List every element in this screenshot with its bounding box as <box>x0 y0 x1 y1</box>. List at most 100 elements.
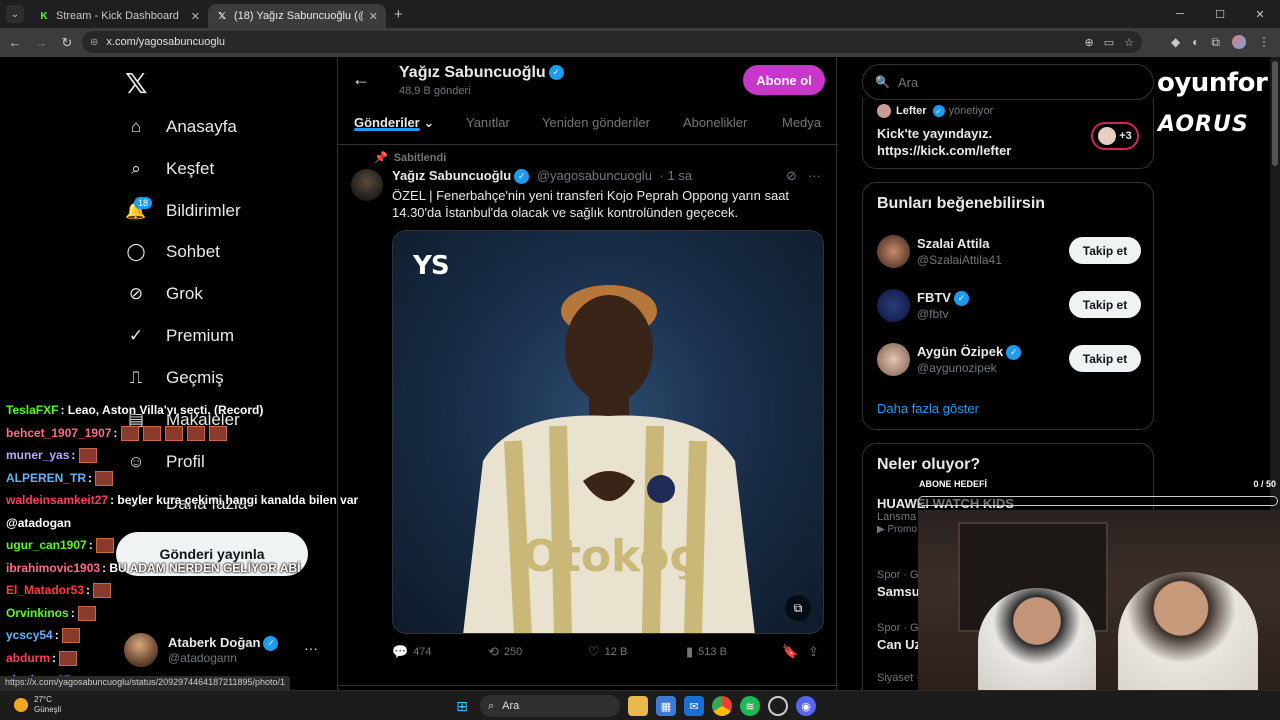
follow-suggestion[interactable]: Szalai Attila @SzalaiAttila41 Takip et <box>863 227 1153 279</box>
avatar[interactable] <box>877 343 910 376</box>
account-switcher[interactable]: Ataberk Doğan ✓ @atadogann ··· <box>124 630 324 670</box>
nav-item-person[interactable]: ☺ Profil <box>120 442 204 482</box>
address-bar[interactable]: ⊜ x.com/yagosabuncuoglu ⊕ ▭ ☆ <box>82 31 1142 53</box>
taskbar-search[interactable]: ⌕ Ara <box>480 695 620 717</box>
chat-message: ugur_can1907: <box>6 538 118 554</box>
goal-value: 0 / 50 <box>1253 479 1276 489</box>
nav-item-bell[interactable]: 🔔 18 Bildirimler <box>120 191 241 231</box>
close-icon[interactable]: ✕ <box>369 10 378 23</box>
next-tweet[interactable] <box>338 685 838 686</box>
tab-media[interactable]: Medya <box>782 109 821 130</box>
discord-icon[interactable]: ◉ <box>796 696 816 716</box>
store-icon[interactable]: ▦ <box>656 696 676 716</box>
back-icon[interactable]: ← <box>4 32 26 54</box>
reply-icon: 💬 <box>392 644 409 659</box>
extension-icon[interactable]: ◐ <box>1192 35 1199 49</box>
follow-suggestion[interactable]: Aygün Özipek ✓ @aygunozipek Takip et <box>863 335 1153 387</box>
bookmark-button[interactable]: 🔖 <box>782 644 803 660</box>
tab-search-button[interactable]: ⌄ <box>6 5 24 23</box>
user-name[interactable]: Szalai Attila <box>917 236 989 251</box>
show-more-link[interactable]: Daha fazla göster <box>877 401 979 416</box>
minimize-icon[interactable]: ─ <box>1160 0 1200 28</box>
new-tab-button[interactable]: + <box>394 6 403 23</box>
user-name[interactable]: Aygün Özipek ✓ <box>917 344 1022 361</box>
tab-subscriptions[interactable]: Abonelikler <box>683 109 747 130</box>
close-window-icon[interactable]: ✕ <box>1240 0 1280 28</box>
share-button[interactable]: ⇪ <box>808 644 824 660</box>
tab-posts[interactable]: Gönderiler ⌄ <box>354 109 434 131</box>
avatar <box>1098 127 1117 145</box>
verified-badge-icon: ✓ <box>548 65 564 81</box>
windows-start-icon[interactable]: ⊞ <box>452 696 472 716</box>
chat-text: : <box>54 628 59 642</box>
tweet-actions: 💬 474 ⟲ 250 ♡ 12 B ▮ 513 B 🔖 ⇪ <box>392 644 826 664</box>
nav-item-search[interactable]: ⌕ Keşfet <box>120 149 214 189</box>
live-listeners[interactable]: +3 <box>1091 122 1139 150</box>
url-text: x.com/yagosabuncuoglu <box>106 36 226 48</box>
bookmark-star-icon[interactable]: ☆ <box>1124 36 1134 49</box>
tab-replies[interactable]: Yanıtlar <box>466 109 510 130</box>
avatar[interactable] <box>351 169 383 201</box>
app-icon[interactable] <box>768 696 788 716</box>
browser-tab-x[interactable]: 𝕏 (18) Yağız Sabuncuoğlu (@yago... ✕ <box>208 4 386 28</box>
cast-icon[interactable]: ▭ <box>1104 36 1114 49</box>
live-broadcast-card[interactable]: Lefter ✓ yönetiyor Kick'te yayındayız. ht… <box>862 97 1154 169</box>
maximize-icon[interactable]: ☐ <box>1200 0 1240 28</box>
image-alt-icon[interactable]: ⧉ <box>785 595 811 621</box>
zoom-icon[interactable]: ⊕ <box>1085 36 1094 49</box>
reply-button[interactable]: 💬 474 <box>392 644 432 660</box>
back-arrow-icon[interactable]: ← <box>352 69 370 90</box>
tweet-image[interactable]: YS Otokoç ⧉ <box>392 230 824 634</box>
bookmark-icon: ⎍ <box>130 368 142 387</box>
user-name[interactable]: FBTV ✓ <box>917 290 969 307</box>
follow-button[interactable]: Takip et <box>1069 291 1141 318</box>
profile-avatar[interactable] <box>1232 35 1246 49</box>
extension-icon[interactable]: ◆ <box>1171 35 1180 49</box>
repost-button[interactable]: ⟲ 250 <box>488 644 522 660</box>
chrome-icon[interactable] <box>712 696 732 716</box>
follow-button[interactable]: Takip et <box>1069 237 1141 264</box>
mail-icon[interactable]: ✉ <box>684 696 704 716</box>
emote-icon <box>164 425 183 441</box>
more-dots-icon[interactable]: ··· <box>304 640 318 656</box>
card-title: Neler oluyor? <box>877 456 981 473</box>
tweet-author[interactable]: Yağız Sabuncuoğlu ✓ @yagosabuncuoglu · 1 … <box>392 168 692 185</box>
trend-item[interactable]: Siyaset · <box>877 672 920 684</box>
follow-button[interactable]: Takip et <box>1069 345 1141 372</box>
follow-suggestion[interactable]: FBTV ✓ @fbtv Takip et <box>863 281 1153 333</box>
forward-icon[interactable]: → <box>30 32 52 54</box>
x-logo-icon[interactable]: 𝕏 <box>125 67 157 99</box>
menu-dots-icon[interactable]: ⋮ <box>1258 35 1270 49</box>
like-button[interactable]: ♡ 12 B <box>588 644 627 660</box>
scrollbar-thumb[interactable] <box>1272 61 1278 166</box>
site-info-icon[interactable]: ⊜ <box>90 37 98 48</box>
views-button[interactable]: ▮ 513 B <box>686 644 727 660</box>
avatar[interactable] <box>877 289 910 322</box>
emote-icon <box>78 448 97 464</box>
sponsor-logo-aorus: AORUS <box>1158 112 1249 137</box>
file-explorer-icon[interactable] <box>628 696 648 716</box>
subscribe-button[interactable]: Abone ol <box>743 65 825 95</box>
tab-reposts[interactable]: Yeniden gönderiler <box>542 109 650 130</box>
nav-item-chat[interactable]: ◯ Sohbet <box>120 232 219 272</box>
nav-item-bookmark[interactable]: ⎍ Geçmiş <box>120 358 224 398</box>
account-name: Ataberk Doğan ✓ <box>168 635 279 652</box>
profile-name: Yağız Sabuncuoğlu ✓ <box>399 64 564 82</box>
more-dots-icon[interactable]: ··· <box>808 168 821 183</box>
spotify-icon[interactable]: ≋ <box>740 696 760 716</box>
reload-icon[interactable]: ↻ <box>56 32 78 54</box>
search-input[interactable]: 🔍 Ara <box>862 64 1154 100</box>
close-icon[interactable]: ✕ <box>191 10 200 23</box>
nav-item-premium[interactable]: ✓ Premium <box>120 316 234 356</box>
weather-widget[interactable]: 27°C Güneşli <box>14 695 61 715</box>
nav-item-grok[interactable]: ⊘ Grok <box>120 274 203 314</box>
grok-icon[interactable]: ⊘ <box>786 168 797 184</box>
avatar[interactable] <box>877 235 910 268</box>
nav-item-home[interactable]: ⌂ Anasayfa <box>120 107 237 147</box>
browser-tab-kick[interactable]: K Stream - Kick Dashboard ✕ <box>30 4 208 28</box>
chat-username: ibrahimovic1903 <box>6 560 101 575</box>
bookmark-icon: 🔖 <box>782 644 799 659</box>
nav-item-label: Geçmiş <box>166 368 224 387</box>
chat-username: ycscy54 <box>6 628 53 642</box>
extensions-puzzle-icon[interactable]: ⧉ <box>1211 35 1220 50</box>
